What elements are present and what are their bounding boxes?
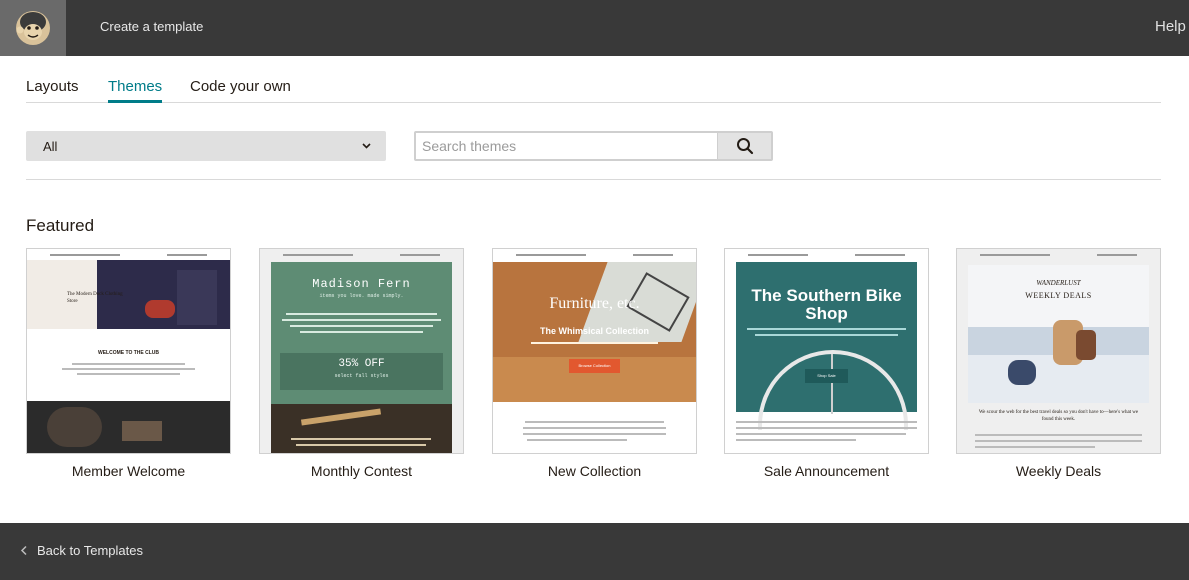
thumb-title: Furniture, etc.: [549, 295, 640, 312]
template-card-weekly-deals[interactable]: WANDERLUST WEEKLY DEALS We scour the web…: [956, 248, 1161, 479]
section-divider: [26, 179, 1161, 180]
thumb-title: The Southern Bike Shop: [751, 286, 902, 323]
template-thumbnail[interactable]: The Southern Bike Shop Shop Sale: [724, 248, 929, 454]
chevron-down-icon: [362, 143, 371, 149]
template-card-member-welcome[interactable]: The Modern Dock Clothing Store WELCOME T…: [26, 248, 231, 479]
template-thumbnail[interactable]: WANDERLUST WEEKLY DEALS We scour the web…: [956, 248, 1161, 454]
offer-box: 35% OFF select fall styles: [280, 353, 443, 390]
shop-sale-button: Shop Sale: [805, 369, 848, 383]
search-input[interactable]: [416, 133, 719, 159]
thumb-tagline: items you love. made simply.: [319, 293, 404, 299]
bottom-bar: Back to Templates: [0, 523, 1189, 580]
thumb-title: Madison Fern: [312, 277, 411, 291]
template-card-new-collection[interactable]: Furniture, etc. The Whimsical Collection…: [492, 248, 697, 479]
template-tabs: Layouts Themes Code your own: [26, 74, 1161, 103]
tab-layouts[interactable]: Layouts: [26, 78, 79, 103]
thumb-title: WEEKLY DEALS: [1025, 291, 1092, 300]
top-bar: Create a template Help: [0, 0, 1189, 56]
search-box: [414, 131, 773, 161]
help-link[interactable]: Help: [1155, 18, 1189, 35]
mailchimp-logo[interactable]: [0, 0, 66, 56]
template-name: Monthly Contest: [310, 463, 413, 479]
thumb-subtitle: The Whimsical Collection: [539, 326, 649, 336]
hero-image: [27, 260, 230, 329]
tab-themes[interactable]: Themes: [108, 78, 163, 103]
template-name: Sale Announcement: [763, 463, 890, 479]
category-filter-select[interactable]: All: [26, 131, 386, 161]
footer-image: [27, 401, 230, 453]
template-name: Weekly Deals: [1015, 463, 1102, 479]
thumb-heading: WELCOME TO THE CLUB: [97, 350, 159, 356]
chimp-logo-icon: [16, 11, 50, 45]
search-button[interactable]: [717, 133, 771, 159]
chevron-left-icon: [20, 545, 27, 556]
tab-code-your-own[interactable]: Code your own: [190, 78, 291, 103]
preheader-text: [260, 249, 463, 261]
back-label: Back to Templates: [37, 543, 143, 558]
template-name: New Collection: [547, 463, 642, 479]
thumb-brand: WANDERLUST: [1036, 279, 1081, 287]
thumb-offer-sub: select fall styles: [334, 373, 389, 379]
template-card-sale-announcement[interactable]: The Southern Bike Shop Shop Sale Sale An…: [724, 248, 929, 479]
preheader-text: [725, 249, 928, 261]
template-thumbnail[interactable]: Furniture, etc. The Whimsical Collection…: [492, 248, 697, 454]
thumb-offer: 35% OFF: [338, 358, 385, 370]
page-title: Create a template: [100, 19, 204, 34]
footer-image: [271, 404, 452, 453]
filter-selected-value: All: [43, 139, 58, 154]
search-icon: [736, 138, 753, 155]
template-name: Member Welcome: [71, 463, 186, 479]
preheader-text: [493, 249, 696, 261]
featured-heading: Featured: [26, 216, 95, 235]
preheader-text: [957, 249, 1160, 261]
thumb-title: The Modern Dock Clothing Store: [67, 292, 123, 304]
back-to-templates-link[interactable]: Back to Templates: [20, 543, 143, 558]
browse-collection-button: Browse Collection: [569, 359, 620, 373]
template-thumbnail[interactable]: Madison Fern items you love. made simply…: [259, 248, 464, 454]
template-card-monthly-contest[interactable]: Madison Fern items you love. made simply…: [259, 248, 464, 479]
hero-image: [736, 262, 917, 430]
thumb-blurb: We scour the web for the best travel dea…: [978, 410, 1139, 422]
template-thumbnail[interactable]: The Modern Dock Clothing Store WELCOME T…: [26, 248, 231, 454]
